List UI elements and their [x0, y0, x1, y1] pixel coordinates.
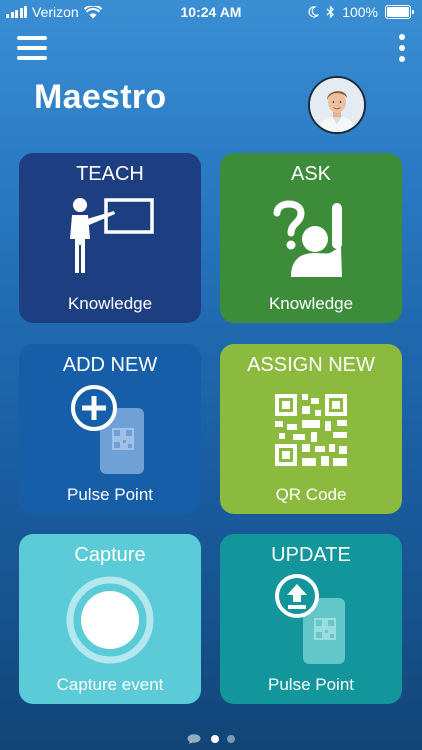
update-pulse-point-tile[interactable]: UPDATE Pulse Point: [220, 534, 402, 704]
battery-icon: [385, 5, 414, 19]
tile-title: UPDATE: [271, 544, 351, 566]
tile-title: ADD NEW: [62, 354, 158, 376]
add-phone-qr-icon: [19, 384, 201, 476]
capture-event-tile[interactable]: Capture Capture event: [19, 534, 201, 704]
page-dot-2[interactable]: [227, 735, 235, 743]
assign-new-qr-code-tile[interactable]: ASSIGN NEW QR Code: [220, 344, 402, 514]
teacher-board-icon: [19, 193, 201, 285]
tile-subtitle: QR Code: [275, 485, 347, 504]
battery-label: 100%: [342, 4, 378, 20]
question-raise-hand-icon: [220, 193, 402, 285]
kebab-menu-icon[interactable]: [398, 34, 406, 62]
tile-title: ASSIGN NEW: [247, 354, 375, 376]
tile-subtitle: Pulse Point: [67, 485, 153, 504]
tile-title: TEACH: [76, 163, 144, 185]
capture-circle-icon: [19, 574, 201, 666]
bluetooth-icon: [326, 5, 335, 19]
hamburger-menu-icon[interactable]: [17, 36, 47, 60]
status-right: 100%: [308, 4, 414, 20]
tile-title: Capture: [74, 544, 146, 566]
tile-subtitle: Knowledge: [268, 294, 354, 313]
update-phone-qr-icon: [220, 574, 402, 666]
qr-code-icon: [220, 384, 402, 476]
tile-subtitle: Pulse Point: [268, 675, 354, 694]
page-indicator: [0, 734, 422, 744]
teach-knowledge-tile[interactable]: TEACH Knowledge: [19, 153, 201, 323]
tile-subtitle: Capture event: [56, 675, 164, 694]
tile-title: ASK: [290, 163, 332, 185]
avatar[interactable]: [308, 76, 366, 134]
ask-knowledge-tile[interactable]: ASK Knowledge: [220, 153, 402, 323]
add-new-pulse-point-tile[interactable]: ADD NEW Pulse Point: [19, 344, 201, 514]
page-dot-1[interactable]: [211, 735, 219, 743]
page-title: Maestro: [34, 78, 167, 116]
moon-icon: [308, 6, 320, 18]
status-bar: Verizon 10:24 AM 100%: [0, 0, 422, 24]
chat-bubble-icon[interactable]: [187, 734, 201, 744]
tile-subtitle: Knowledge: [67, 294, 153, 313]
